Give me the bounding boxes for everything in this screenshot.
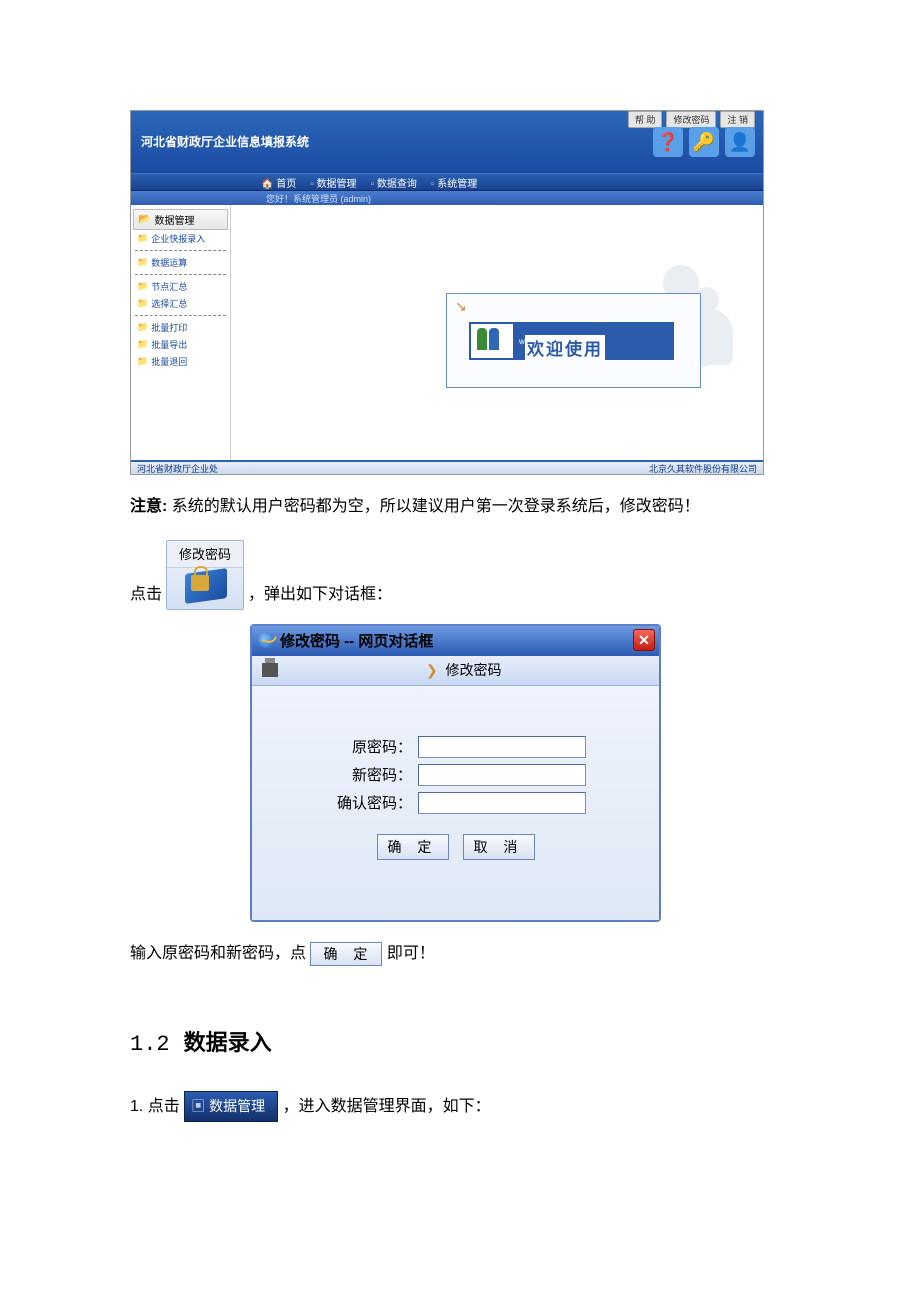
close-button[interactable]: ✕	[633, 629, 655, 651]
sidebar-item-5[interactable]: 批量导出	[133, 336, 228, 353]
old-password-input[interactable]	[418, 736, 586, 758]
menu-home[interactable]: 首页	[261, 175, 296, 190]
dialog-sub-title: 修改密码	[446, 662, 502, 678]
old-password-label: 原密码：	[334, 736, 412, 757]
user-icon[interactable]: 👤	[725, 127, 755, 157]
app-screenshot: 帮 助 修改密码 注 销 ❓ 🔑 👤 河北省财政厅企业信息填报系统 首页 数据管…	[130, 110, 764, 475]
section-title: 数据录入	[184, 1030, 272, 1055]
sidebar-header: 数据管理	[133, 209, 228, 230]
app-footer: 河北省财政厅企业处 北京久其软件股份有限公司	[131, 460, 763, 474]
help-icon[interactable]: ❓	[653, 127, 683, 157]
step1-line: 1. 点击 数据管理 ，进入数据管理界面，如下：	[130, 1091, 790, 1122]
welcome-panel: ↘ welcome 欢迎使用	[446, 293, 701, 388]
footer-left: 河北省财政厅企业处	[137, 462, 218, 475]
section-number: 1.2	[130, 1032, 170, 1057]
dialog-toolbar: ❯ 修改密码	[252, 656, 659, 686]
step1-prefix: 1. 点击	[130, 1097, 180, 1114]
dialog-titlebar: 修改密码 -- 网页对话框 ✕	[252, 626, 659, 656]
inline-ok-button[interactable]: 确 定	[310, 942, 382, 966]
menu-data-mgmt[interactable]: 数据管理	[310, 175, 356, 190]
app-title: 河北省财政厅企业信息填报系统	[141, 133, 309, 150]
click-prefix: 点击	[130, 581, 162, 610]
click-suffix: ，弹出如下对话框：	[248, 581, 392, 610]
app-header: 帮 助 修改密码 注 销 ❓ 🔑 👤 河北省财政厅企业信息填报系统	[131, 111, 763, 173]
footer-right: 北京久其软件股份有限公司	[649, 462, 757, 475]
confirm-password-label: 确认密码：	[334, 792, 412, 813]
data-mgmt-tab[interactable]: 数据管理	[184, 1091, 278, 1122]
sidebar: 数据管理 企业快报录入 数据运算 节点汇总 选择汇总 批量打印 批量导出 批量退…	[131, 205, 231, 460]
arrow-right-icon: ❯	[426, 662, 438, 678]
sidebar-item-2[interactable]: 节点汇总	[133, 278, 228, 295]
after-input-text: 输入原密码和新密码，点	[130, 945, 306, 962]
people-icon	[471, 324, 513, 358]
note-text: 系统的默认用户密码都为空，所以建议用户第一次登录系统后，修改密码！	[172, 498, 700, 515]
arrow-icon: ↘	[455, 298, 467, 315]
sidebar-item-0[interactable]: 企业快报录入	[133, 230, 228, 247]
ok-button[interactable]: 确 定	[377, 834, 449, 860]
key-icon[interactable]: 🔑	[689, 127, 719, 157]
help-button[interactable]: 帮 助	[628, 111, 663, 128]
main-menu: 首页 数据管理 数据查询 系统管理	[131, 173, 763, 191]
note-label: 注意:	[130, 498, 167, 515]
sidebar-item-4[interactable]: 批量打印	[133, 319, 228, 336]
new-password-label: 新密码：	[334, 764, 412, 785]
menu-data-query[interactable]: 数据查询	[371, 175, 417, 190]
dialog-title-text: 修改密码 -- 网页对话框	[280, 630, 433, 651]
confirm-password-input[interactable]	[418, 792, 586, 814]
logout-button[interactable]: 注 销	[720, 111, 755, 128]
after-input-text2: 即可！	[387, 945, 435, 962]
section-heading: 1.2 数据录入	[130, 1025, 790, 1057]
change-password-toolbar-button[interactable]: 修改密码	[166, 540, 244, 610]
welcome-big: 欢迎使用	[525, 335, 605, 360]
sidebar-item-6[interactable]: 批量退回	[133, 353, 228, 370]
dialog-body: 原密码： 新密码： 确认密码： 确 定 取 消	[252, 686, 659, 920]
app-main-area: ↘ welcome 欢迎使用	[231, 205, 763, 460]
lock-book-icon	[185, 565, 227, 605]
note-paragraph: 注意: 系统的默认用户密码都为空，所以建议用户第一次登录系统后，修改密码！	[130, 493, 790, 522]
step1-suffix: ，进入数据管理界面，如下：	[283, 1097, 491, 1114]
change-password-button[interactable]: 修改密码	[666, 111, 716, 128]
click-line: 点击 修改密码 ，弹出如下对话框：	[130, 540, 790, 610]
sidebar-item-1[interactable]: 数据运算	[133, 254, 228, 271]
menu-sys-mgmt[interactable]: 系统管理	[431, 175, 477, 190]
change-password-dialog: 修改密码 -- 网页对话框 ✕ ❯ 修改密码 原密码： 新密码： 确认密码： 确…	[250, 624, 661, 922]
welcome-bar: 您好！系统管理员 (admin)	[131, 191, 763, 205]
after-input-line: 输入原密码和新密码，点 确 定 即可！	[130, 940, 790, 969]
sidebar-item-3[interactable]: 选择汇总	[133, 295, 228, 312]
new-password-input[interactable]	[418, 764, 586, 786]
cancel-button[interactable]: 取 消	[463, 834, 535, 860]
printer-icon[interactable]	[262, 663, 278, 677]
ie-icon	[258, 632, 274, 648]
